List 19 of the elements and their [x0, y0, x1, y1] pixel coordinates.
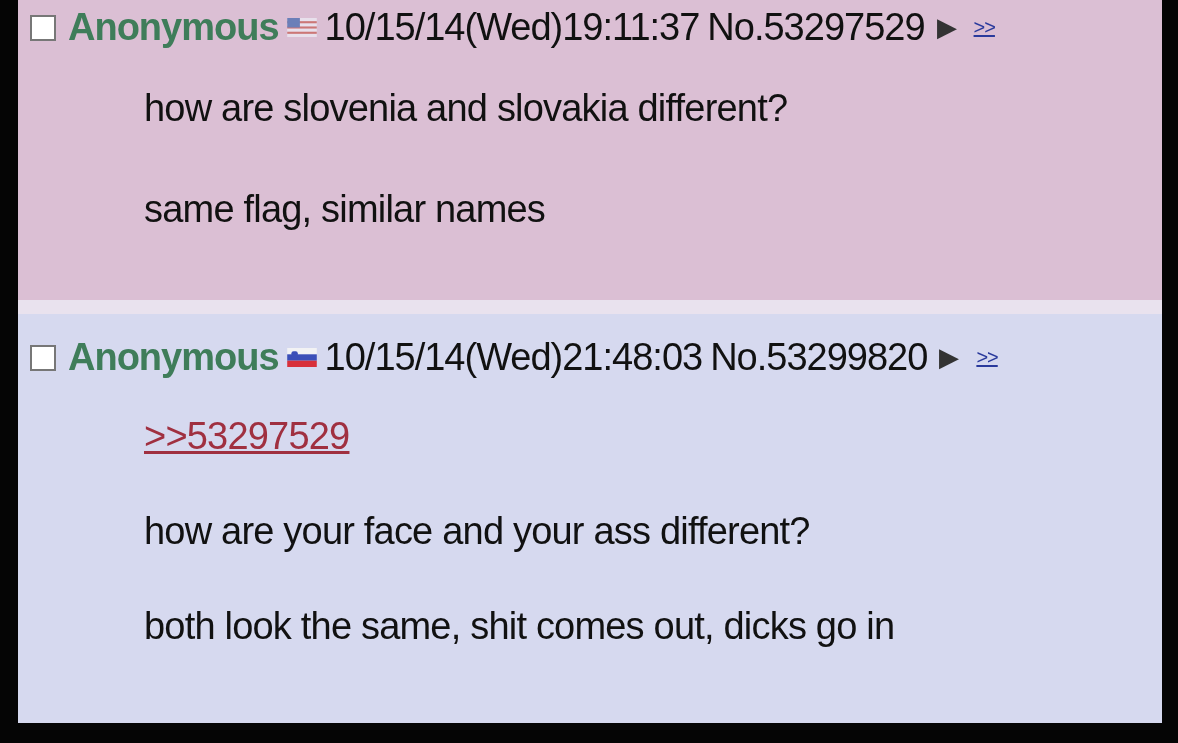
post-datetime: 10/15/14(Wed)21:48:03: [324, 336, 703, 379]
backlink[interactable]: >>: [976, 346, 998, 369]
post-text: how are slovenia and slovakia different?: [144, 87, 788, 130]
quote-link[interactable]: >>53297529: [144, 415, 350, 458]
post-datetime: 10/15/14(Wed)19:11:37: [324, 6, 700, 49]
post-number[interactable]: No.53297529: [707, 6, 925, 49]
post-number[interactable]: No.53299820: [710, 336, 928, 379]
post-text: how are your face and your ass different?: [144, 510, 810, 553]
striped-flag-icon: [286, 18, 317, 37]
post-text: both look the same, shit comes out, dicks go in: [144, 605, 895, 648]
tricolor-flag-icon: [286, 348, 317, 367]
checkbox[interactable]: [30, 344, 56, 371]
poster-name: Anonymous: [68, 336, 279, 379]
menu-arrow[interactable]: ▶: [939, 342, 959, 373]
backlink[interactable]: >>: [973, 16, 995, 39]
post-text: same flag, similar names: [144, 188, 546, 231]
poster-name: Anonymous: [68, 6, 279, 49]
menu-arrow[interactable]: ▶: [936, 12, 956, 43]
checkbox[interactable]: [30, 14, 56, 41]
